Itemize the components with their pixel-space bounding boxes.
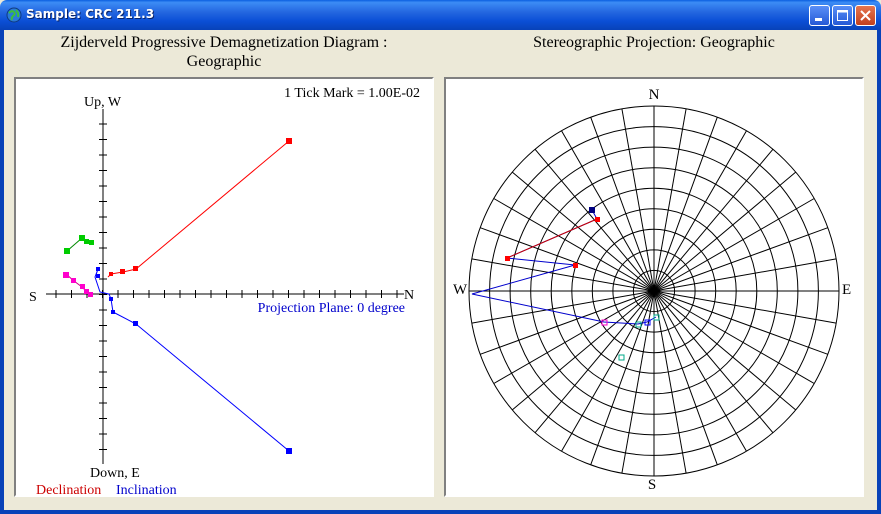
- inclination-points: [96, 267, 292, 454]
- maximize-icon: [837, 10, 848, 21]
- window-frame-left: [0, 30, 4, 514]
- stereonet-title: Stereographic Projection: Geographic: [533, 34, 775, 51]
- close-icon: [860, 10, 871, 21]
- stereonet-point-2: [595, 217, 600, 222]
- stereonet-label-s: S: [648, 477, 656, 493]
- stereonet-grid: [468, 105, 840, 477]
- minimize-icon: [815, 18, 822, 21]
- minimize-button[interactable]: [809, 5, 830, 26]
- stereonet-point-3: [505, 256, 510, 261]
- stereonet-point-6: [635, 321, 642, 328]
- legend-inclination: Inclination: [116, 483, 177, 495]
- legend-declination: Declination: [36, 483, 101, 495]
- axis-label-n: N: [404, 288, 414, 303]
- tick-mark-note: 1 Tick Mark = 1.00E-02: [284, 86, 420, 101]
- stereonet-point-9: [618, 354, 625, 361]
- title-bar[interactable]: Sample: CRC 211.3: [0, 0, 881, 30]
- axis-label-down: Down, E: [90, 466, 140, 481]
- window-title: Sample: CRC 211.3: [26, 7, 155, 21]
- inclination-path: [94, 268, 290, 452]
- stereonet-label-e: E: [842, 282, 851, 298]
- zijderveld-axes: [46, 109, 404, 464]
- zijderveld-plot: 1 Tick Mark = 1.00E-02 Up, W Down, E N S…: [29, 86, 420, 495]
- window-frame-right: [877, 30, 881, 514]
- stereonet-plot: N S E W: [453, 87, 851, 493]
- zijderveld-title-line2: Geographic: [186, 53, 262, 70]
- declination-path: [107, 140, 290, 278]
- stereonet-label-w: W: [453, 282, 468, 298]
- projection-plane-label: Projection Plane: 0 degree: [258, 301, 405, 316]
- green-points: [64, 235, 94, 254]
- axis-label-up: Up, W: [84, 95, 122, 110]
- stereonet-point-1: [589, 207, 595, 213]
- maximize-button[interactable]: [832, 5, 853, 26]
- stereonet-point-4: [573, 263, 578, 268]
- zijderveld-panel: 1 Tick Mark = 1.00E-02 Up, W Down, E N S…: [14, 77, 434, 497]
- axis-label-s: S: [29, 290, 37, 305]
- window-frame-bottom: [0, 510, 881, 514]
- declination-points: [109, 138, 292, 276]
- stereonet-panel: N S E W: [444, 77, 864, 497]
- zijderveld-title-line1: Zijderveld Progressive Demagnetization D…: [60, 34, 388, 51]
- app-globe-icon: [6, 7, 22, 23]
- close-button[interactable]: [855, 5, 876, 26]
- stereonet-label-n: N: [649, 87, 660, 103]
- zijderveld-title: Zijderveld Progressive Demagnetization D…: [14, 33, 434, 71]
